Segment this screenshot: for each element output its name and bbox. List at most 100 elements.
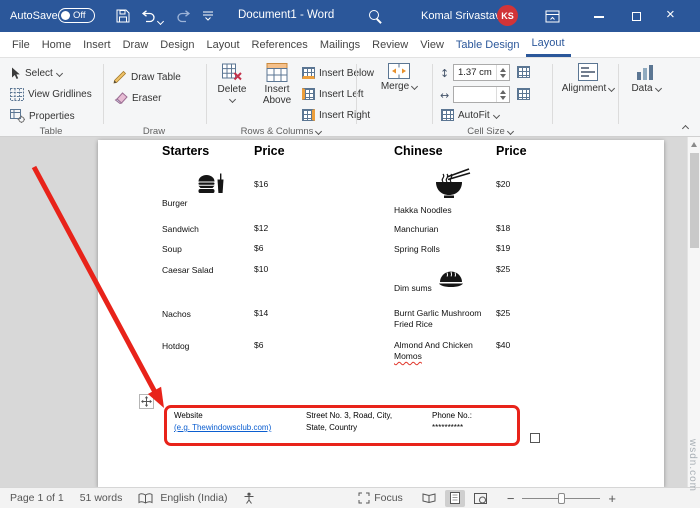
stepper-up-icon[interactable]: [500, 67, 506, 72]
tab-table-layout-active[interactable]: Layout: [525, 32, 571, 57]
menu-item-name: Almond And Chicken: [394, 340, 473, 350]
insert-right-button[interactable]: Insert Right: [302, 109, 370, 121]
table-move-handle-icon: [141, 396, 152, 407]
zoom-in-button[interactable]: +: [608, 491, 616, 506]
column-width-icon: ↔: [440, 89, 450, 102]
insert-left-button[interactable]: Insert Left: [302, 88, 363, 100]
insert-above-label: Insert Above: [262, 84, 292, 106]
zoom-slider-thumb[interactable]: [558, 492, 566, 504]
document-page[interactable]: Starters Price Chinese Price $16 Burger …: [98, 140, 664, 487]
group-divider: [356, 64, 357, 124]
dialog-launcher-icon[interactable]: [315, 127, 323, 136]
tab-view[interactable]: View: [414, 32, 450, 57]
collapse-ribbon-button[interactable]: [681, 118, 690, 136]
search-icon[interactable]: [369, 10, 379, 20]
group-divider: [552, 64, 553, 124]
view-gridlines-button[interactable]: View Gridlines: [10, 88, 92, 101]
menu-item-price: $40: [496, 340, 511, 350]
zoom-slider[interactable]: [522, 492, 601, 504]
autofit-icon: [441, 109, 454, 121]
maximize-button[interactable]: [632, 12, 641, 21]
tab-design[interactable]: Design: [154, 32, 200, 57]
column-width-stepper[interactable]: [496, 87, 509, 102]
data-button[interactable]: Data: [624, 63, 668, 94]
stepper-down-icon[interactable]: [500, 95, 506, 100]
properties-button[interactable]: Properties: [10, 109, 75, 123]
alignment-button[interactable]: Alignment: [560, 63, 616, 94]
web-layout-icon: [474, 492, 488, 504]
row-height-input[interactable]: 1.37 cm: [453, 64, 510, 81]
tab-draw[interactable]: Draw: [117, 32, 155, 57]
merge-button[interactable]: Merge: [372, 63, 426, 92]
scrollbar-thumb[interactable]: [690, 153, 699, 248]
merge-cells-icon: [388, 63, 410, 79]
vertical-scrollbar[interactable]: [687, 137, 700, 487]
select-button[interactable]: Select: [10, 67, 63, 80]
ribbon-display-options-button[interactable]: [545, 10, 560, 26]
language-indicator[interactable]: English (India): [160, 492, 227, 504]
tab-review[interactable]: Review: [366, 32, 414, 57]
menu-item-price: $10: [254, 264, 269, 274]
autosave-toggle[interactable]: Off: [58, 8, 95, 23]
word-count[interactable]: 51 words: [80, 492, 123, 504]
tab-home[interactable]: Home: [36, 32, 77, 57]
distribute-columns-button[interactable]: [517, 88, 530, 100]
document-title: Document1 - Word: [238, 9, 335, 21]
draw-table-button[interactable]: Draw Table: [113, 70, 181, 84]
menu-item-name: Hakka Noodles: [394, 205, 452, 215]
user-name[interactable]: Komal Srivastava: [421, 10, 507, 22]
tab-insert[interactable]: Insert: [77, 32, 117, 57]
tab-mailings[interactable]: Mailings: [314, 32, 366, 57]
scroll-up-icon[interactable]: [691, 142, 697, 147]
insert-above-button[interactable]: Insert Above: [254, 63, 300, 106]
word-application-window: AutoSave Off Document1 - Word Komal Sriv…: [0, 0, 700, 508]
minimize-button[interactable]: [594, 16, 604, 18]
insert-right-icon: [302, 109, 315, 121]
chevron-down-icon: [411, 82, 419, 91]
merge-label: Merge: [380, 81, 410, 92]
tab-file[interactable]: File: [6, 32, 36, 57]
table-move-handle[interactable]: [139, 394, 154, 409]
eraser-label: Eraser: [132, 92, 162, 104]
menu-column-header: Starters: [162, 144, 210, 158]
stepper-down-icon[interactable]: [500, 73, 506, 78]
menu-item-price: $14: [254, 308, 269, 318]
close-button[interactable]: ×: [666, 6, 675, 24]
noodles-bowl-icon: [435, 168, 471, 204]
dialog-launcher-icon[interactable]: [506, 127, 514, 136]
menu-item-price: $6: [254, 340, 264, 350]
customize-quick-access-button[interactable]: [202, 10, 214, 25]
eraser-button[interactable]: Eraser: [113, 92, 161, 104]
delete-button[interactable]: Delete: [211, 63, 253, 104]
distribute-rows-button[interactable]: [517, 66, 530, 78]
tab-table-design[interactable]: Table Design: [450, 32, 526, 57]
alignment-label: Alignment: [561, 83, 607, 94]
undo-button[interactable]: [141, 10, 156, 26]
read-mode-button[interactable]: [419, 490, 439, 507]
save-button[interactable]: [116, 9, 130, 26]
column-width-input[interactable]: [453, 86, 510, 103]
focus-button[interactable]: Focus: [358, 492, 403, 504]
avatar[interactable]: KS: [497, 5, 518, 26]
redo-button[interactable]: [176, 10, 191, 26]
view-gridlines-label: View Gridlines: [28, 89, 92, 100]
tab-references[interactable]: References: [246, 32, 314, 57]
stepper-up-icon[interactable]: [500, 89, 506, 94]
insert-below-button[interactable]: Insert Below: [302, 67, 374, 79]
accessibility-button[interactable]: [243, 492, 255, 504]
select-cursor-icon: [12, 67, 20, 79]
row-height-stepper[interactable]: [496, 65, 509, 80]
proofing-status-button[interactable]: [138, 492, 153, 504]
chevron-down-icon: [492, 111, 500, 119]
undo-dropdown[interactable]: [156, 15, 165, 27]
save-icon: [116, 9, 130, 23]
tab-layout[interactable]: Layout: [201, 32, 246, 57]
burger-icon: [197, 173, 224, 200]
group-divider: [618, 64, 619, 124]
menu-item-name: Sandwich: [162, 224, 199, 234]
zoom-out-button[interactable]: −: [507, 491, 515, 506]
print-layout-button[interactable]: [444, 489, 465, 507]
web-layout-button[interactable]: [471, 490, 491, 507]
autofit-button[interactable]: AutoFit: [441, 109, 500, 121]
page-indicator[interactable]: Page 1 of 1: [10, 492, 64, 504]
